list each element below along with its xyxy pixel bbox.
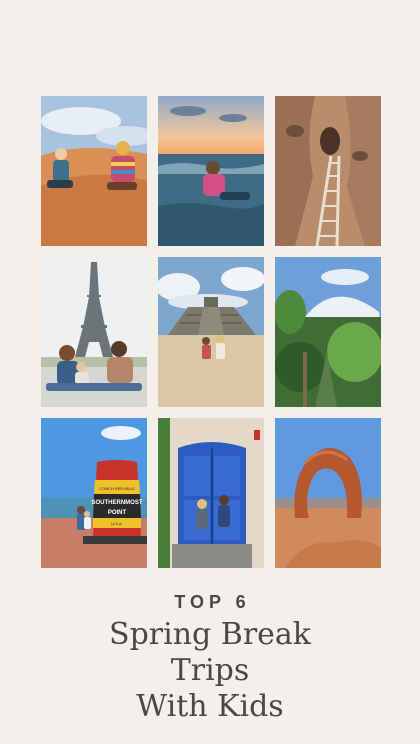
title-line-3: With Kids bbox=[136, 689, 284, 724]
ocean-sunset-image bbox=[158, 96, 264, 246]
photo-tropical-garden bbox=[275, 257, 381, 407]
top-6-label: TOP 6 bbox=[174, 592, 251, 612]
photo-blue-doors bbox=[158, 418, 264, 568]
page-title: Spring Break Trips With Kids bbox=[0, 617, 420, 725]
buoy-text-sub: POINT bbox=[108, 510, 127, 516]
photo-eiffel-tower bbox=[41, 257, 147, 407]
buoy-text-bottom: U.S.A. bbox=[111, 521, 123, 526]
buoy-text-top: CONCH REPUBLIC bbox=[99, 486, 135, 491]
blue-doors-image bbox=[158, 418, 264, 568]
delicate-arch-image bbox=[275, 418, 381, 568]
title-line-1: Spring Break bbox=[109, 617, 311, 652]
photo-grid: CONCH REPUBLIC SOUTHERNMOST POINT U.S.A. bbox=[41, 96, 381, 568]
caption-block: TOP 6 Spring Break Trips With Kids bbox=[0, 592, 420, 725]
eiffel-tower-image bbox=[41, 257, 147, 407]
photo-sand-dunes bbox=[41, 96, 147, 246]
photo-ocean-sunset bbox=[158, 96, 264, 246]
sand-dunes-image bbox=[41, 96, 147, 246]
buoy-text-main: SOUTHERNMOST bbox=[92, 500, 143, 506]
southernmost-buoy-image: CONCH REPUBLIC SOUTHERNMOST POINT U.S.A. bbox=[41, 418, 147, 568]
title-line-2: Trips bbox=[170, 653, 250, 688]
photo-southernmost-point: CONCH REPUBLIC SOUTHERNMOST POINT U.S.A. bbox=[41, 418, 147, 568]
photo-slot-canyon bbox=[275, 96, 381, 246]
chichen-itza-image bbox=[158, 257, 264, 407]
photo-delicate-arch bbox=[275, 418, 381, 568]
slot-canyon-image bbox=[275, 96, 381, 246]
tropical-garden-image bbox=[275, 257, 381, 407]
photo-chichen-itza bbox=[158, 257, 264, 407]
